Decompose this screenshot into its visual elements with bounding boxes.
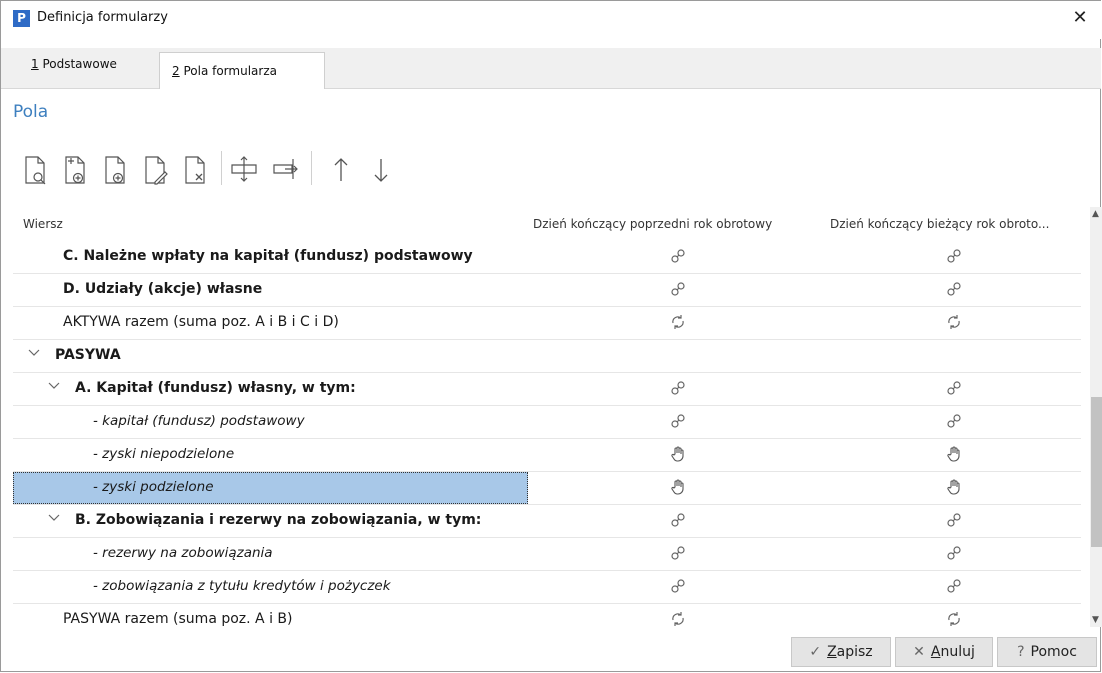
tab-pola-formularza[interactable]: 2 Pola formularza	[159, 52, 325, 89]
scrollbar-thumb[interactable]	[1091, 397, 1102, 547]
table-row[interactable]: AKTYWA razem (suma poz. A i B i C i D)	[13, 307, 1081, 340]
row-label: - zyski podzielone	[93, 479, 214, 495]
row-label: - kapitał (fundusz) podstawowy	[93, 413, 305, 429]
cancel-label: nuluj	[940, 644, 975, 660]
tab-label: Podstawowe	[38, 57, 117, 71]
move-right-icon[interactable]	[271, 149, 301, 189]
save-button[interactable]: ✓ Zapisz	[791, 637, 891, 667]
table-row[interactable]: PASYWA	[13, 340, 1081, 373]
link-icon[interactable]	[945, 247, 963, 265]
column-header-wiersz[interactable]: Wiersz	[23, 217, 63, 231]
chevron-down-icon[interactable]	[27, 346, 41, 360]
link-icon[interactable]	[945, 379, 963, 397]
row-label: - zobowiązania z tytułu kredytów i pożyc…	[93, 578, 391, 594]
arrow-up-icon[interactable]	[326, 149, 356, 189]
help-icon: ?	[1017, 644, 1025, 660]
row-label: - zyski niepodzielone	[93, 446, 235, 462]
delete-icon[interactable]	[181, 149, 211, 189]
chevron-down-icon[interactable]	[47, 379, 61, 393]
row-label: PASYWA razem (suma poz. A i B)	[63, 611, 293, 627]
fields-grid: Wiersz Dzień kończący poprzedni rok obro…	[13, 207, 1091, 627]
toolbar-separator	[311, 151, 312, 185]
table-row[interactable]: PASYWA razem (suma poz. A i B)	[13, 604, 1081, 627]
link-icon[interactable]	[669, 379, 687, 397]
preview-icon[interactable]	[21, 149, 51, 189]
row-label: D. Udziały (akcje) własne	[63, 281, 263, 297]
link-icon[interactable]	[669, 412, 687, 430]
link-icon[interactable]	[669, 577, 687, 595]
row-label: PASYWA	[55, 347, 121, 363]
add-from-template-icon[interactable]	[61, 149, 91, 189]
link-icon[interactable]	[669, 247, 687, 265]
hand-icon[interactable]	[669, 478, 687, 496]
row-label: B. Zobowiązania i rezerwy na zobowiązani…	[75, 512, 482, 528]
dialog-window: P Definicja formularzy ✕ 1 Podstawowe 2 …	[0, 0, 1102, 673]
column-header-previous-year[interactable]: Dzień kończący poprzedni rok obrotowy	[533, 217, 833, 231]
table-row[interactable]: - zobowiązania z tytułu kredytów i pożyc…	[13, 571, 1081, 604]
tab-hotkey: 2	[172, 64, 180, 78]
toolbar-separator	[221, 151, 222, 185]
save-hotkey: Z	[827, 644, 837, 660]
help-label: Pomoc	[1030, 644, 1077, 660]
row-label: C. Należne wpłaty na kapitał (fundusz) p…	[63, 248, 473, 264]
move-row-icon[interactable]	[229, 149, 259, 189]
table-row[interactable]: D. Udziały (akcje) własne	[13, 274, 1081, 307]
title-bar: P Definicja formularzy ✕	[1, 1, 1101, 39]
link-icon[interactable]	[669, 511, 687, 529]
table-row[interactable]: A. Kapitał (fundusz) własny, w tym:	[13, 373, 1081, 406]
row-label: AKTYWA razem (suma poz. A i B i C i D)	[63, 314, 339, 330]
hand-icon[interactable]	[669, 445, 687, 463]
tab-bar: 1 Podstawowe 2 Pola formularza	[1, 48, 1101, 89]
selection-highlight	[13, 472, 528, 504]
grid-header: Wiersz Dzień kończący poprzedni rok obro…	[13, 207, 1091, 239]
table-row[interactable]: - zyski podzielone	[13, 472, 1081, 505]
link-icon[interactable]	[945, 544, 963, 562]
close-button[interactable]: ✕	[1069, 7, 1091, 29]
refresh-icon[interactable]	[945, 313, 963, 331]
arrow-down-icon[interactable]	[366, 149, 396, 189]
row-label: A. Kapitał (fundusz) własny, w tym:	[75, 380, 356, 396]
refresh-icon[interactable]	[669, 313, 687, 331]
checkmark-icon: ✓	[809, 644, 822, 660]
add-icon[interactable]	[101, 149, 131, 189]
tab-podstawowe[interactable]: 1 Podstawowe	[19, 52, 155, 82]
link-icon[interactable]	[669, 280, 687, 298]
column-header-current-year[interactable]: Dzień kończący bieżący rok obroto...	[830, 217, 1090, 231]
edit-icon[interactable]	[141, 149, 171, 189]
refresh-icon[interactable]	[945, 610, 963, 627]
link-icon[interactable]	[669, 544, 687, 562]
scroll-down-icon[interactable]: ▼	[1092, 615, 1099, 625]
scroll-up-icon[interactable]: ▲	[1092, 209, 1099, 219]
save-label: apisz	[836, 644, 873, 660]
tab-label: Pola formularza	[179, 64, 277, 78]
chevron-down-icon[interactable]	[47, 511, 61, 525]
app-logo-icon: P	[13, 10, 30, 27]
link-icon[interactable]	[945, 577, 963, 595]
link-icon[interactable]	[945, 412, 963, 430]
tab-hotkey: 1	[31, 57, 39, 71]
refresh-icon[interactable]	[669, 610, 687, 627]
dialog-footer: ✓ Zapisz ✕ Anuluj ? Pomoc	[1, 627, 1101, 673]
vertical-scrollbar[interactable]: ▲ ▼	[1090, 207, 1102, 627]
hand-icon[interactable]	[945, 478, 963, 496]
link-icon[interactable]	[945, 511, 963, 529]
table-row[interactable]: C. Należne wpłaty na kapitał (fundusz) p…	[13, 241, 1081, 274]
table-row[interactable]: B. Zobowiązania i rezerwy na zobowiązani…	[13, 505, 1081, 538]
help-button[interactable]: ? Pomoc	[997, 637, 1097, 667]
table-row[interactable]: - kapitał (fundusz) podstawowy	[13, 406, 1081, 439]
cancel-button[interactable]: ✕ Anuluj	[895, 637, 993, 667]
toolbar	[21, 149, 621, 189]
close-icon: ✕	[913, 644, 925, 660]
table-row[interactable]: - zyski niepodzielone	[13, 439, 1081, 472]
section-title: Pola	[13, 102, 49, 122]
link-icon[interactable]	[945, 280, 963, 298]
window-title: Definicja formularzy	[37, 10, 168, 25]
row-label: - rezerwy na zobowiązania	[93, 545, 273, 561]
table-row[interactable]: - rezerwy na zobowiązania	[13, 538, 1081, 571]
hand-icon[interactable]	[945, 445, 963, 463]
